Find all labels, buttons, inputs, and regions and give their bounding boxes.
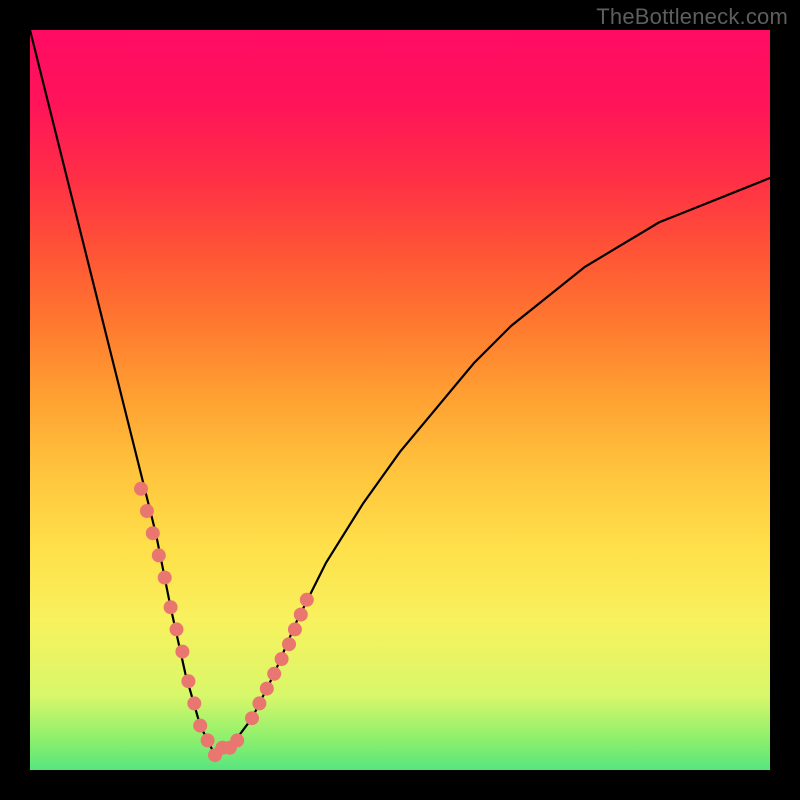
highlight-dot [134,482,148,496]
highlight-dot [193,719,207,733]
plot-area [30,30,770,770]
highlight-dot [158,571,172,585]
highlight-dot [288,622,302,636]
highlight-dot [181,674,195,688]
highlight-dot [300,593,314,607]
highlight-dot [260,682,274,696]
highlight-dot [146,526,160,540]
highlight-dot [170,622,184,636]
highlight-dot [201,733,215,747]
highlight-dot [252,696,266,710]
highlight-dots-group [134,482,314,762]
highlight-dot [152,548,166,562]
highlight-dot [164,600,178,614]
highlight-dot [230,733,244,747]
highlight-dot [140,504,154,518]
highlight-dot [187,696,201,710]
bottleneck-curve [30,30,770,755]
chart-frame: TheBottleneck.com [0,0,800,800]
highlight-dot [245,711,259,725]
watermark-text: TheBottleneck.com [596,4,788,30]
highlight-dot [294,608,308,622]
highlight-dot [267,667,281,681]
chart-svg [30,30,770,770]
highlight-dot [175,645,189,659]
highlight-dot [275,652,289,666]
highlight-dot [282,637,296,651]
